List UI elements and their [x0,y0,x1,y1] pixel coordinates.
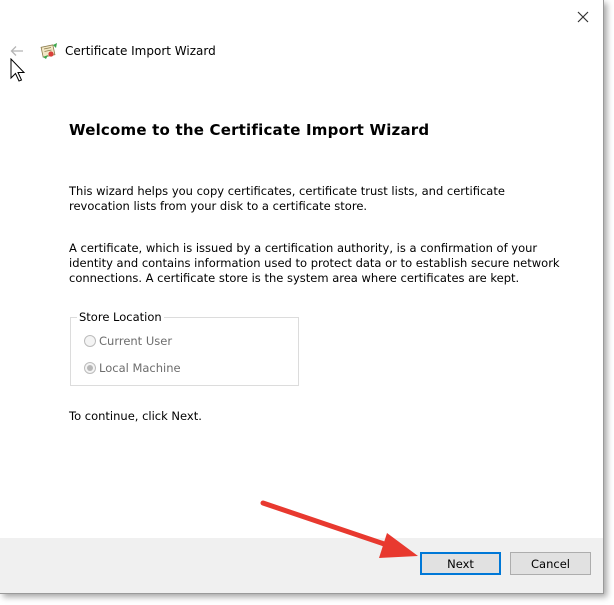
certificate-description-paragraph: A certificate, which is issued by a cert… [69,241,560,285]
local-machine-radio[interactable] [84,362,96,374]
certificate-import-wizard-window: Certificate Import Wizard Welcome to the… [0,0,604,594]
current-user-option[interactable]: Current User [84,334,172,348]
intro-paragraph: This wizard helps you copy certificates,… [69,184,505,213]
window-title: Certificate Import Wizard [65,44,216,58]
continue-instruction: To continue, click Next. [69,409,202,423]
next-button[interactable]: Next [420,552,501,575]
local-machine-label: Local Machine [99,361,181,375]
wizard-footer: Next Cancel [0,538,603,593]
local-machine-option[interactable]: Local Machine [84,361,181,375]
current-user-radio[interactable] [84,335,96,347]
store-location-legend: Store Location [77,310,164,324]
back-arrow-icon [10,46,23,56]
store-location-group: Store Location Current User Local Machin… [70,310,299,386]
mouse-cursor-icon [10,58,26,82]
page-heading: Welcome to the Certificate Import Wizard [69,121,430,139]
certificate-icon [40,43,57,59]
current-user-label: Current User [99,334,173,348]
cancel-button[interactable]: Cancel [510,552,591,575]
close-button[interactable] [570,6,596,28]
close-icon [577,11,589,23]
